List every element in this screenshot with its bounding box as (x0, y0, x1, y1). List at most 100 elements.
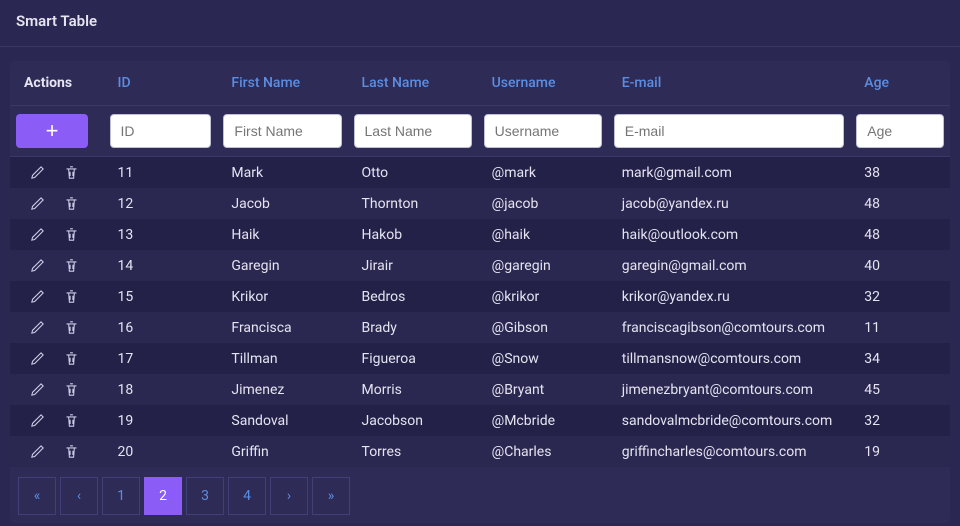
cell-id: 13 (104, 219, 218, 250)
cell-first-name: Garegin (217, 250, 347, 281)
table-row: 14GareginJirair@garegingaregin@gmail.com… (10, 250, 950, 281)
page-4[interactable]: 4 (228, 477, 266, 515)
filter-id[interactable] (110, 114, 212, 148)
trash-icon[interactable] (62, 195, 80, 213)
col-email[interactable]: E-mail (608, 61, 851, 106)
cell-email: griffincharles@comtours.com (608, 436, 851, 467)
trash-icon[interactable] (62, 443, 80, 461)
page-prev[interactable]: ‹ (60, 477, 98, 515)
cell-first-name: Jimenez (217, 374, 347, 405)
cell-last-name: Torres (348, 436, 478, 467)
table-row: 19SandovalJacobson@Mcbridesandovalmcbrid… (10, 405, 950, 436)
cell-age: 45 (850, 374, 950, 405)
edit-icon[interactable] (28, 226, 46, 244)
table-row: 20GriffinTorres@Charlesgriffincharles@co… (10, 436, 950, 467)
cell-id: 12 (104, 188, 218, 219)
cell-last-name: Brady (348, 312, 478, 343)
cell-age: 38 (850, 157, 950, 188)
cell-first-name: Krikor (217, 281, 347, 312)
cell-email: garegin@gmail.com (608, 250, 851, 281)
cell-username: @mark (478, 157, 608, 188)
cell-username: @Snow (478, 343, 608, 374)
filter-username[interactable] (484, 114, 602, 148)
cell-username: @Mcbride (478, 405, 608, 436)
page-1[interactable]: 1 (102, 477, 140, 515)
edit-icon[interactable] (28, 350, 46, 368)
table-row: 15KrikorBedros@krikorkrikor@yandex.ru32 (10, 281, 950, 312)
trash-icon[interactable] (62, 412, 80, 430)
table-card: Actions ID First Name Last Name Username… (10, 61, 950, 523)
cell-last-name: Bedros (348, 281, 478, 312)
page-next[interactable]: › (270, 477, 308, 515)
cell-last-name: Jacobson (348, 405, 478, 436)
col-username[interactable]: Username (478, 61, 608, 106)
cell-username: @Gibson (478, 312, 608, 343)
page-first[interactable]: « (18, 477, 56, 515)
cell-age: 40 (850, 250, 950, 281)
filter-age[interactable] (856, 114, 944, 148)
cell-first-name: Sandoval (217, 405, 347, 436)
trash-icon[interactable] (62, 381, 80, 399)
table-row: 11MarkOtto@markmark@gmail.com38 (10, 157, 950, 188)
cell-last-name: Otto (348, 157, 478, 188)
cell-email: franciscagibson@comtours.com (608, 312, 851, 343)
table-row: 17TillmanFigueroa@Snowtillmansnow@comtou… (10, 343, 950, 374)
cell-username: @haik (478, 219, 608, 250)
cell-age: 48 (850, 219, 950, 250)
cell-age: 11 (850, 312, 950, 343)
trash-icon[interactable] (62, 226, 80, 244)
cell-id: 11 (104, 157, 218, 188)
cell-last-name: Figueroa (348, 343, 478, 374)
cell-email: mark@gmail.com (608, 157, 851, 188)
add-button[interactable]: + (16, 114, 88, 148)
trash-icon[interactable] (62, 288, 80, 306)
cell-email: jimenezbryant@comtours.com (608, 374, 851, 405)
cell-username: @jacob (478, 188, 608, 219)
cell-first-name: Francisca (217, 312, 347, 343)
cell-id: 19 (104, 405, 218, 436)
filter-email[interactable] (614, 114, 845, 148)
table-header-row: Actions ID First Name Last Name Username… (10, 61, 950, 106)
cell-first-name: Haik (217, 219, 347, 250)
cell-email: tillmansnow@comtours.com (608, 343, 851, 374)
edit-icon[interactable] (28, 164, 46, 182)
edit-icon[interactable] (28, 412, 46, 430)
cell-email: sandovalmcbride@comtours.com (608, 405, 851, 436)
edit-icon[interactable] (28, 288, 46, 306)
cell-email: krikor@yandex.ru (608, 281, 851, 312)
page-last[interactable]: » (312, 477, 350, 515)
cell-first-name: Griffin (217, 436, 347, 467)
cell-last-name: Jirair (348, 250, 478, 281)
cell-last-name: Hakob (348, 219, 478, 250)
edit-icon[interactable] (28, 319, 46, 337)
cell-id: 16 (104, 312, 218, 343)
page-3[interactable]: 3 (186, 477, 224, 515)
filter-first-name[interactable] (223, 114, 341, 148)
cell-username: @Charles (478, 436, 608, 467)
cell-age: 34 (850, 343, 950, 374)
cell-id: 14 (104, 250, 218, 281)
edit-icon[interactable] (28, 381, 46, 399)
table-row: 18JimenezMorris@Bryantjimenezbryant@comt… (10, 374, 950, 405)
table-row: 16FranciscaBrady@Gibsonfranciscagibson@c… (10, 312, 950, 343)
cell-email: haik@outlook.com (608, 219, 851, 250)
page-2[interactable]: 2 (144, 477, 182, 515)
col-id[interactable]: ID (104, 61, 218, 106)
cell-id: 17 (104, 343, 218, 374)
edit-icon[interactable] (28, 443, 46, 461)
filter-last-name[interactable] (354, 114, 472, 148)
col-first-name[interactable]: First Name (217, 61, 347, 106)
trash-icon[interactable] (62, 257, 80, 275)
table-row: 12JacobThornton@jacobjacob@yandex.ru48 (10, 188, 950, 219)
trash-icon[interactable] (62, 350, 80, 368)
pagination: « ‹ 1234 › » (10, 467, 950, 523)
col-age[interactable]: Age (850, 61, 950, 106)
cell-age: 32 (850, 405, 950, 436)
edit-icon[interactable] (28, 195, 46, 213)
cell-id: 18 (104, 374, 218, 405)
trash-icon[interactable] (62, 319, 80, 337)
edit-icon[interactable] (28, 257, 46, 275)
cell-username: @Bryant (478, 374, 608, 405)
trash-icon[interactable] (62, 164, 80, 182)
col-last-name[interactable]: Last Name (348, 61, 478, 106)
